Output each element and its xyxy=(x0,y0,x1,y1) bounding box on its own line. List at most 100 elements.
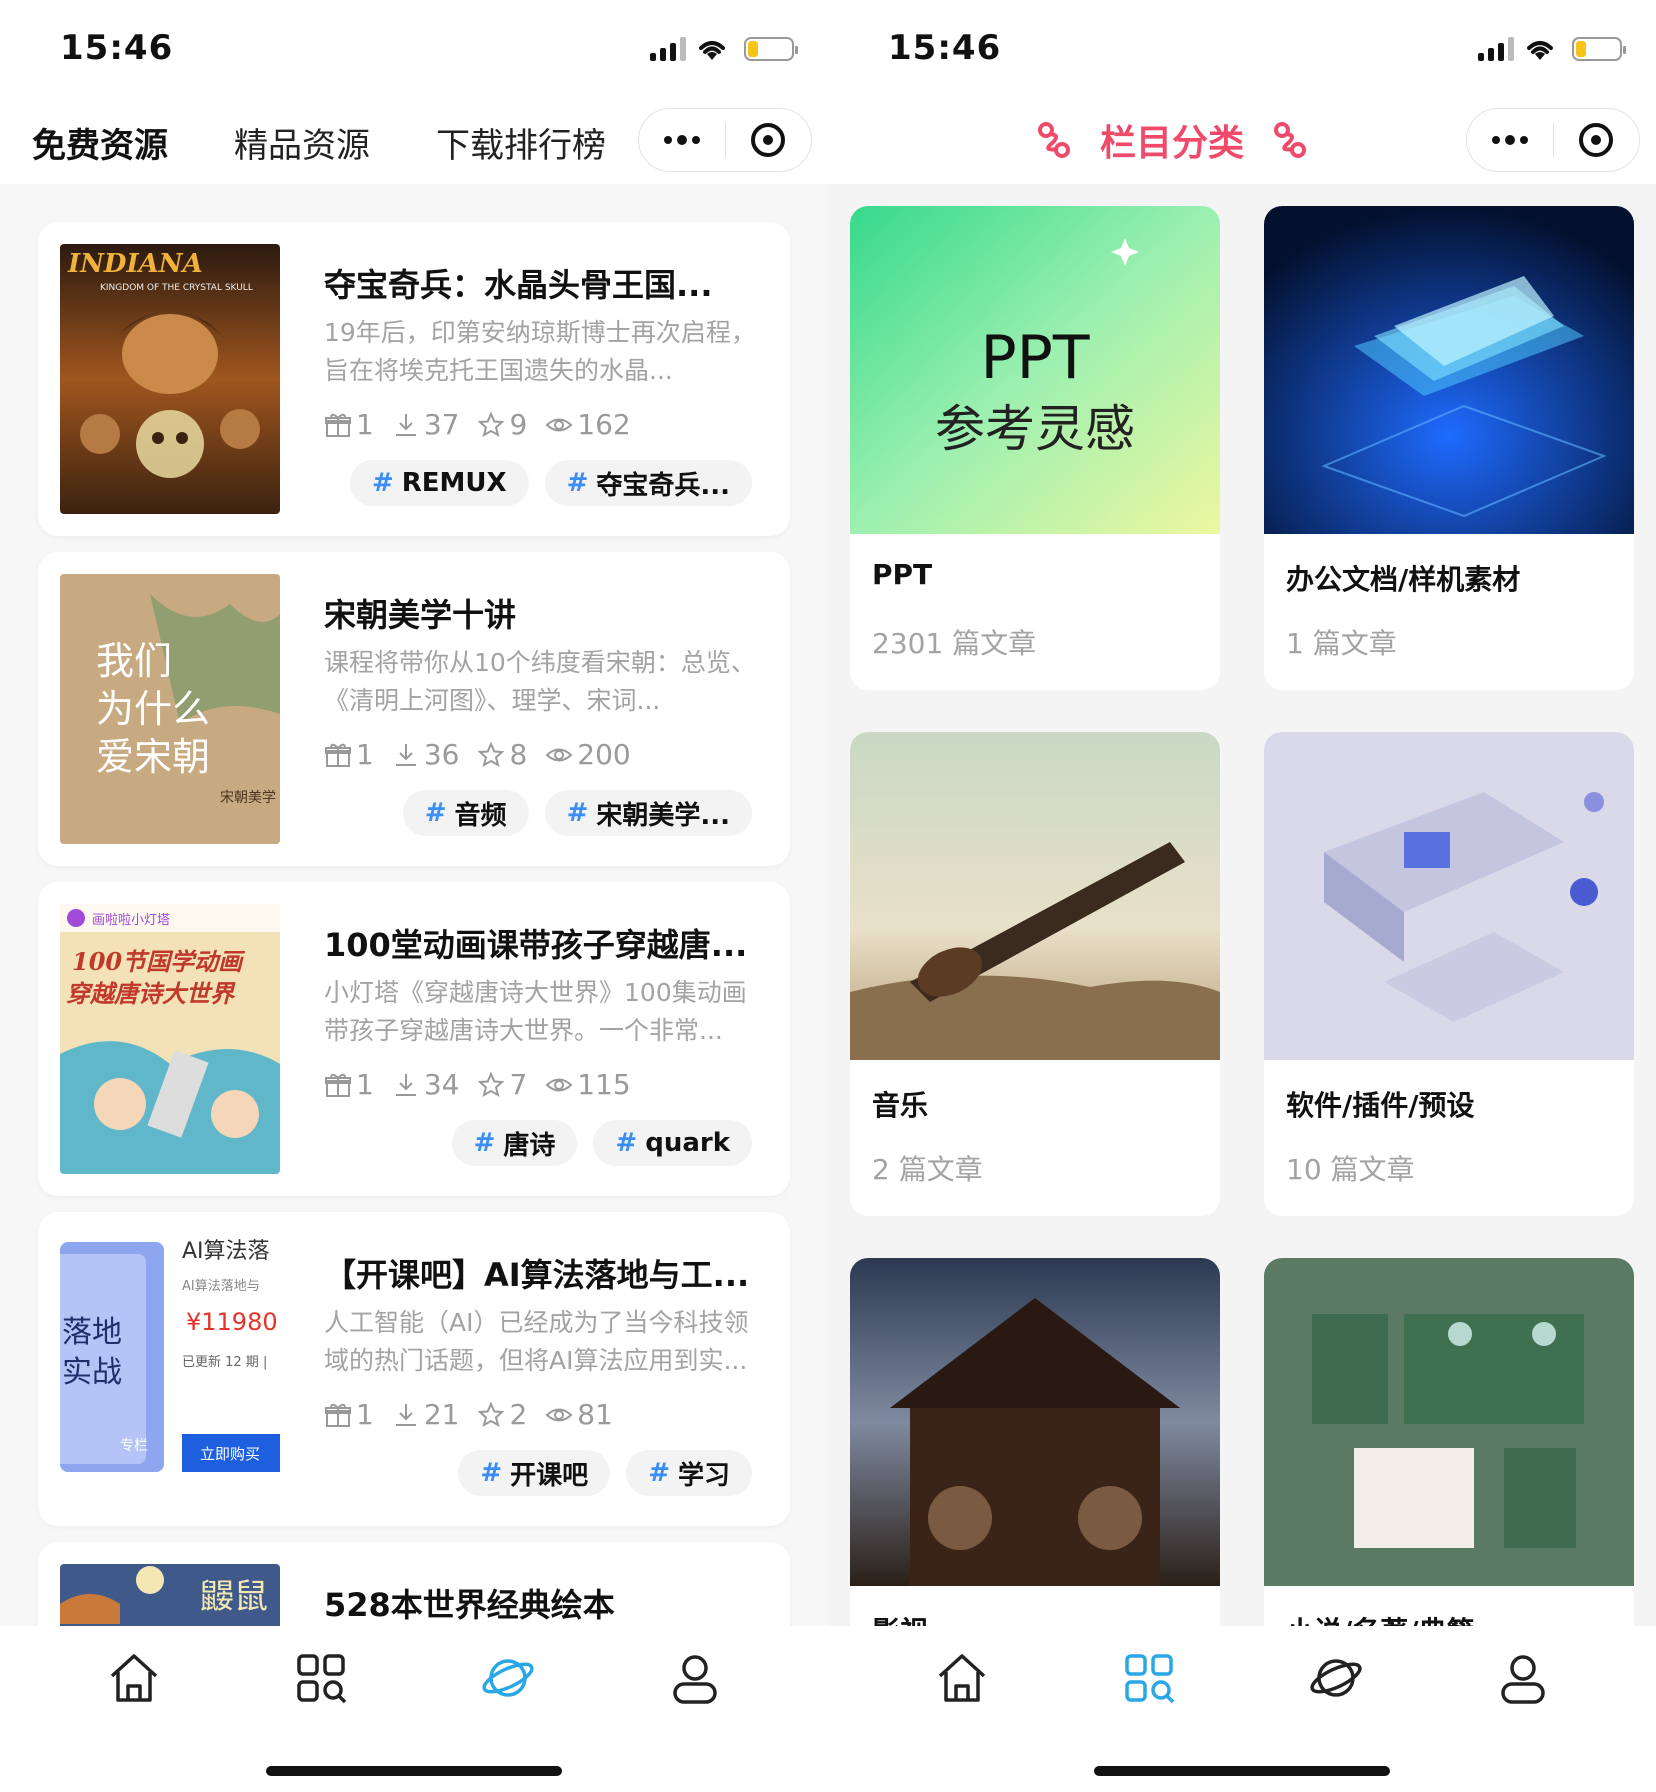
item-stats: 1 36 8 200 xyxy=(324,738,631,771)
svg-text:落地: 落地 xyxy=(62,1315,122,1350)
item-description: 课程将带你从10个纬度看宋朝：总览、《清明上河图》、理学、宋词... xyxy=(324,648,756,715)
list-item[interactable]: 我们 为什么 爱宋朝 宋朝美学 宋朝美学十讲 课程将带你从10个纬度看宋朝：总览… xyxy=(38,552,790,866)
item-title: 宋朝美学十讲 xyxy=(324,596,517,634)
star-icon xyxy=(478,1401,505,1427)
category-card-music[interactable]: 音乐 2 篇文章 xyxy=(850,732,1220,1216)
star-count: 8 xyxy=(509,738,528,771)
svg-text:爱宋朝: 爱宋朝 xyxy=(96,735,210,779)
gift-icon xyxy=(325,1073,351,1097)
wifi-icon xyxy=(1527,41,1553,60)
download-count: 34 xyxy=(423,1068,460,1101)
resource-tabs: 免费资源 精品资源 下载排行榜 xyxy=(32,118,606,167)
eye-icon xyxy=(545,418,573,431)
category-image-ppt: PPT 参考灵感 xyxy=(850,206,1220,534)
signal-icon xyxy=(650,37,686,61)
svg-text:100节国学动画: 100节国学动画 xyxy=(72,947,246,976)
planet-icon[interactable] xyxy=(1308,1650,1364,1706)
home-icon[interactable] xyxy=(934,1650,990,1706)
item-title: 100堂动画课带孩子穿越唐... xyxy=(324,926,748,964)
list-item[interactable]: 画啦啦小灯塔 100节国学动画 穿越唐诗大世界 100堂动画课带孩子穿越唐...… xyxy=(38,882,790,1196)
status-time: 15:46 xyxy=(888,28,1002,68)
category-title: 办公文档/样机素材 xyxy=(1286,563,1521,596)
category-image-software xyxy=(1264,732,1634,1060)
status-icons xyxy=(1478,36,1626,62)
svg-text:KINGDOM OF THE CRYSTAL SKULL: KINGDOM OF THE CRYSTAL SKULL xyxy=(100,283,253,293)
resource-list: INDIANA KINGDOM OF THE CRYSTAL SKULL 夺宝奇… xyxy=(38,222,790,1792)
planet-icon[interactable] xyxy=(480,1650,536,1706)
more-button[interactable] xyxy=(639,109,725,171)
category-icon[interactable] xyxy=(1121,1650,1177,1706)
tag[interactable]: # REMUX xyxy=(349,460,529,506)
tab-premium-resources[interactable]: 精品资源 xyxy=(234,118,370,167)
category-count: 1 篇文章 xyxy=(1286,627,1397,660)
wifi-icon xyxy=(699,41,725,60)
item-tags: # REMUX # 夺宝奇兵... xyxy=(349,460,752,506)
eye-icon xyxy=(545,1078,573,1091)
home-icon[interactable] xyxy=(106,1650,162,1706)
category-image-music xyxy=(850,732,1220,1060)
status-bar: 15:46 xyxy=(0,0,828,100)
list-item[interactable]: INDIANA KINGDOM OF THE CRYSTAL SKULL 夺宝奇… xyxy=(38,222,790,536)
star-icon xyxy=(478,1071,505,1097)
bottom-tabbar xyxy=(0,1626,828,1792)
eye-icon xyxy=(545,748,573,761)
svg-text:实战: 实战 xyxy=(62,1355,122,1390)
tag[interactable]: # quark xyxy=(593,1120,752,1166)
status-icons xyxy=(650,36,798,62)
tab-download-ranking[interactable]: 下载排行榜 xyxy=(436,118,606,167)
view-count: 81 xyxy=(577,1398,613,1431)
nav-bar: 免费资源 精品资源 下载排行榜 xyxy=(0,100,828,184)
svg-text:AI算法落地与: AI算法落地与 xyxy=(182,1279,260,1294)
category-title: 音乐 xyxy=(872,1089,929,1122)
ppt-image-title: PPT xyxy=(980,323,1089,393)
home-indicator xyxy=(1094,1766,1390,1776)
miniprogram-capsule xyxy=(1466,108,1640,172)
download-icon xyxy=(395,1073,416,1096)
download-count: 36 xyxy=(423,738,460,771)
page-title-text: 栏目分类 xyxy=(1099,123,1244,164)
tag[interactable]: # 宋朝美学... xyxy=(544,790,752,836)
item-description: 人工智能（AI）已经成为了当今科技领域的热门话题，但将AI算法应用到实... xyxy=(324,1308,749,1375)
download-icon xyxy=(395,743,416,766)
item-title: 【开课吧】AI算法落地与工... xyxy=(324,1256,750,1294)
svg-text:专栏: 专栏 xyxy=(120,1438,148,1454)
thumbnail-song-dynasty: 我们 为什么 爱宋朝 宋朝美学 xyxy=(60,574,280,844)
item-stats: 1 37 9 162 xyxy=(324,408,631,441)
close-button[interactable] xyxy=(1554,109,1640,171)
tab-free-resources[interactable]: 免费资源 xyxy=(32,118,168,167)
category-card-ppt[interactable]: PPT 参考灵感 PPT 2301 篇文章 xyxy=(850,206,1220,690)
profile-icon[interactable] xyxy=(667,1650,723,1706)
list-item[interactable]: 落地 实战 专栏 AI算法落 AI算法落地与 ¥11980 已更新 12 期 |… xyxy=(38,1212,790,1526)
close-button[interactable] xyxy=(726,109,812,171)
svg-text:我们: 我们 xyxy=(96,639,172,683)
gift-icon xyxy=(325,413,351,437)
category-card-office[interactable]: 办公文档/样机素材 1 篇文章 xyxy=(1264,206,1634,690)
more-icon xyxy=(663,134,700,145)
more-button[interactable] xyxy=(1467,109,1553,171)
category-icon[interactable] xyxy=(293,1650,349,1706)
svg-text:为什么: 为什么 xyxy=(96,687,210,731)
tag[interactable]: # 唐诗 xyxy=(451,1120,578,1166)
more-icon xyxy=(1491,134,1528,145)
tag[interactable]: # 学习 xyxy=(626,1450,752,1496)
svg-text:宋朝美学: 宋朝美学 xyxy=(220,790,276,806)
phone-categories: 15:46 栏目分类 PPT 参考灵感 PPT 2301 篇文章 办公文档/样机… xyxy=(828,0,1656,1792)
profile-icon[interactable] xyxy=(1495,1650,1551,1706)
tag[interactable]: # 开课吧 xyxy=(458,1450,611,1496)
category-image-novel xyxy=(1264,1258,1634,1586)
svg-text:穿越唐诗大世界: 穿越唐诗大世界 xyxy=(66,979,236,1008)
thumbnail-tang-poetry: 画啦啦小灯塔 100节国学动画 穿越唐诗大世界 xyxy=(60,904,280,1174)
tag[interactable]: # 音频 xyxy=(402,790,529,836)
item-tags: # 唐诗 # quark xyxy=(451,1120,752,1166)
download-icon xyxy=(395,413,416,436)
gift-count: 1 xyxy=(356,408,374,441)
star-icon xyxy=(478,741,505,767)
category-count: 10 篇文章 xyxy=(1286,1153,1415,1186)
category-card-software[interactable]: 软件/插件/预设 10 篇文章 xyxy=(1264,732,1634,1216)
star-count: 9 xyxy=(509,408,528,441)
star-count: 2 xyxy=(509,1398,528,1431)
signal-icon xyxy=(1478,37,1514,61)
item-description: 19年后，印第安纳琼斯博士再次启程，旨在将埃克托王国遗失的水晶... xyxy=(324,318,756,385)
tag[interactable]: # 夺宝奇兵... xyxy=(544,460,752,506)
eye-icon xyxy=(545,1408,573,1421)
